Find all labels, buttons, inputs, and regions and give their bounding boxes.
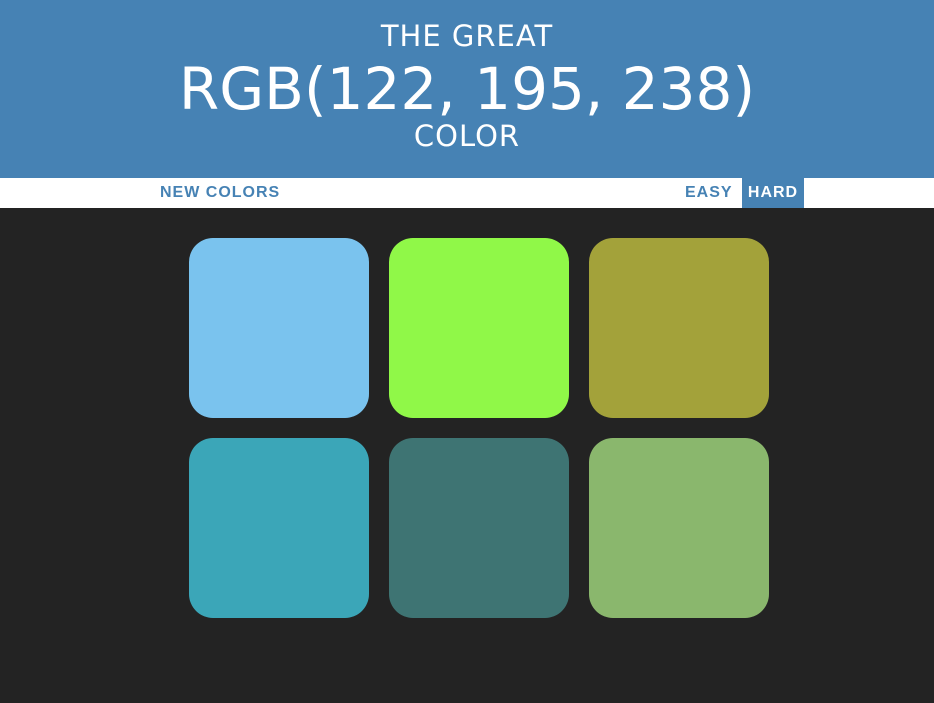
color-square[interactable] [189,438,369,618]
title-line-the-great: THE GREAT [380,19,554,53]
color-square[interactable] [389,238,569,418]
color-square[interactable] [189,238,369,418]
title-line-color: COLOR [413,119,521,153]
color-square[interactable] [389,438,569,618]
hard-mode-button[interactable]: HARD [742,178,804,208]
color-square[interactable] [589,238,769,418]
easy-mode-button[interactable]: EASY [679,178,739,208]
target-color-display: RGB(122, 195, 238) [178,55,756,123]
header: THE GREAT RGB(122, 195, 238) COLOR [0,0,934,178]
control-stripe: NEW COLORS EASY HARD [0,178,934,208]
new-colors-button[interactable]: NEW COLORS [154,178,286,208]
color-square[interactable] [589,438,769,618]
